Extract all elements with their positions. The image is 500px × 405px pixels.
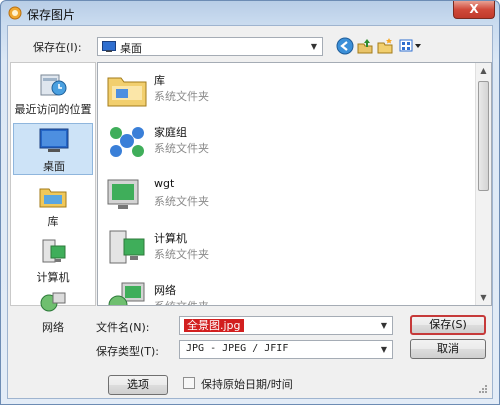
filetype-label: 保存类型(T): <box>96 345 160 358</box>
cancel-button[interactable]: 取消 <box>410 339 486 359</box>
scroll-thumb[interactable] <box>478 81 489 191</box>
list-item[interactable]: wgt 系统文件夹 <box>102 170 462 220</box>
network-icon <box>108 282 145 305</box>
chevron-down-icon[interactable]: ▼ <box>306 38 322 55</box>
filename-label: 文件名(N): <box>96 321 150 334</box>
place-computer[interactable]: 计算机 <box>13 235 93 287</box>
item-type: 系统文件夹 <box>154 195 209 208</box>
look-in-label: 保存在(I): <box>33 41 82 54</box>
place-network[interactable]: 网络 <box>13 285 93 337</box>
item-name: 网络 <box>154 284 176 297</box>
save-image-dialog: 保存图片 X 保存在(I): 桌面 ▼ 最近访问的位置 桌面 库 计算机 网络 … <box>0 0 500 405</box>
look-in-value: 桌面 <box>120 42 142 55</box>
place-label: 计算机 <box>36 271 70 284</box>
place-label: 库 <box>47 215 59 228</box>
keep-date-checkbox[interactable] <box>183 377 195 389</box>
list-item[interactable]: 网络 系统文件夹 <box>102 275 462 305</box>
desktop-small-icon <box>102 41 116 52</box>
title-bar[interactable]: 保存图片 X <box>1 1 499 25</box>
look-in-dropdown[interactable]: 桌面 ▼ <box>97 37 323 56</box>
desktop-icon <box>39 128 69 152</box>
place-recent[interactable]: 最近访问的位置 <box>13 67 93 119</box>
network-icon <box>40 292 66 312</box>
item-type: 系统文件夹 <box>154 142 209 155</box>
options-button[interactable]: 选项 <box>108 375 168 395</box>
chevron-down-icon[interactable]: ▼ <box>376 341 392 358</box>
save-button[interactable]: 保存(S) <box>410 315 486 335</box>
filename-value: 全景图.jpg <box>184 319 244 332</box>
close-button[interactable]: X <box>453 1 495 19</box>
libraries-folder-icon <box>107 77 147 107</box>
list-item[interactable]: 库 系统文件夹 <box>102 65 462 115</box>
place-label: 网络 <box>42 321 64 334</box>
computer-icon <box>109 230 145 264</box>
computer-icon <box>42 239 66 263</box>
user-folder-icon <box>107 179 139 209</box>
item-name: 家庭组 <box>154 126 187 139</box>
place-libraries[interactable]: 库 <box>13 179 93 231</box>
places-bar: 最近访问的位置 桌面 库 计算机 网络 <box>10 62 96 334</box>
vertical-scrollbar[interactable]: ▲ ▼ <box>475 63 491 305</box>
back-arrow-icon[interactable] <box>336 37 354 55</box>
item-name: wgt <box>154 177 175 190</box>
file-list[interactable]: 库 系统文件夹 家庭组 系统文件夹 wgt 系统文件夹 计算机 系统文件夹 网络… <box>97 62 492 306</box>
place-label: 最近访问的位置 <box>14 103 92 116</box>
scroll-up-icon[interactable]: ▲ <box>476 63 491 78</box>
filetype-value: JPG - JPEG / JFIF <box>186 343 289 354</box>
place-label: 桌面 <box>43 160 65 173</box>
up-folder-icon[interactable] <box>356 37 374 55</box>
resize-grip-icon[interactable] <box>478 384 488 394</box>
item-name: 计算机 <box>154 232 187 245</box>
window-title: 保存图片 <box>27 8 76 22</box>
homegroup-icon <box>110 127 144 157</box>
view-menu-icon[interactable] <box>398 37 424 55</box>
scroll-down-icon[interactable]: ▼ <box>476 290 491 305</box>
chevron-down-icon[interactable]: ▼ <box>376 317 392 334</box>
item-type: 系统文件夹 <box>154 298 209 305</box>
recent-places-icon <box>40 74 67 96</box>
new-folder-icon[interactable] <box>376 37 394 55</box>
place-desktop[interactable]: 桌面 <box>13 123 93 175</box>
filetype-dropdown[interactable]: JPG - JPEG / JFIF ▼ <box>179 340 393 359</box>
libraries-icon <box>39 188 67 208</box>
list-item[interactable]: 计算机 系统文件夹 <box>102 223 462 273</box>
item-name: 库 <box>154 74 165 87</box>
item-type: 系统文件夹 <box>154 248 209 261</box>
app-icon <box>8 6 22 20</box>
filename-input[interactable]: 全景图.jpg ▼ <box>179 316 393 335</box>
item-type: 系统文件夹 <box>154 90 209 103</box>
keep-date-label: 保持原始日期/时间 <box>201 378 293 391</box>
dialog-body: 保存在(I): 桌面 ▼ 最近访问的位置 桌面 库 计算机 网络 库 系统文件夹… <box>7 25 493 399</box>
list-item[interactable]: 家庭组 系统文件夹 <box>102 117 462 167</box>
